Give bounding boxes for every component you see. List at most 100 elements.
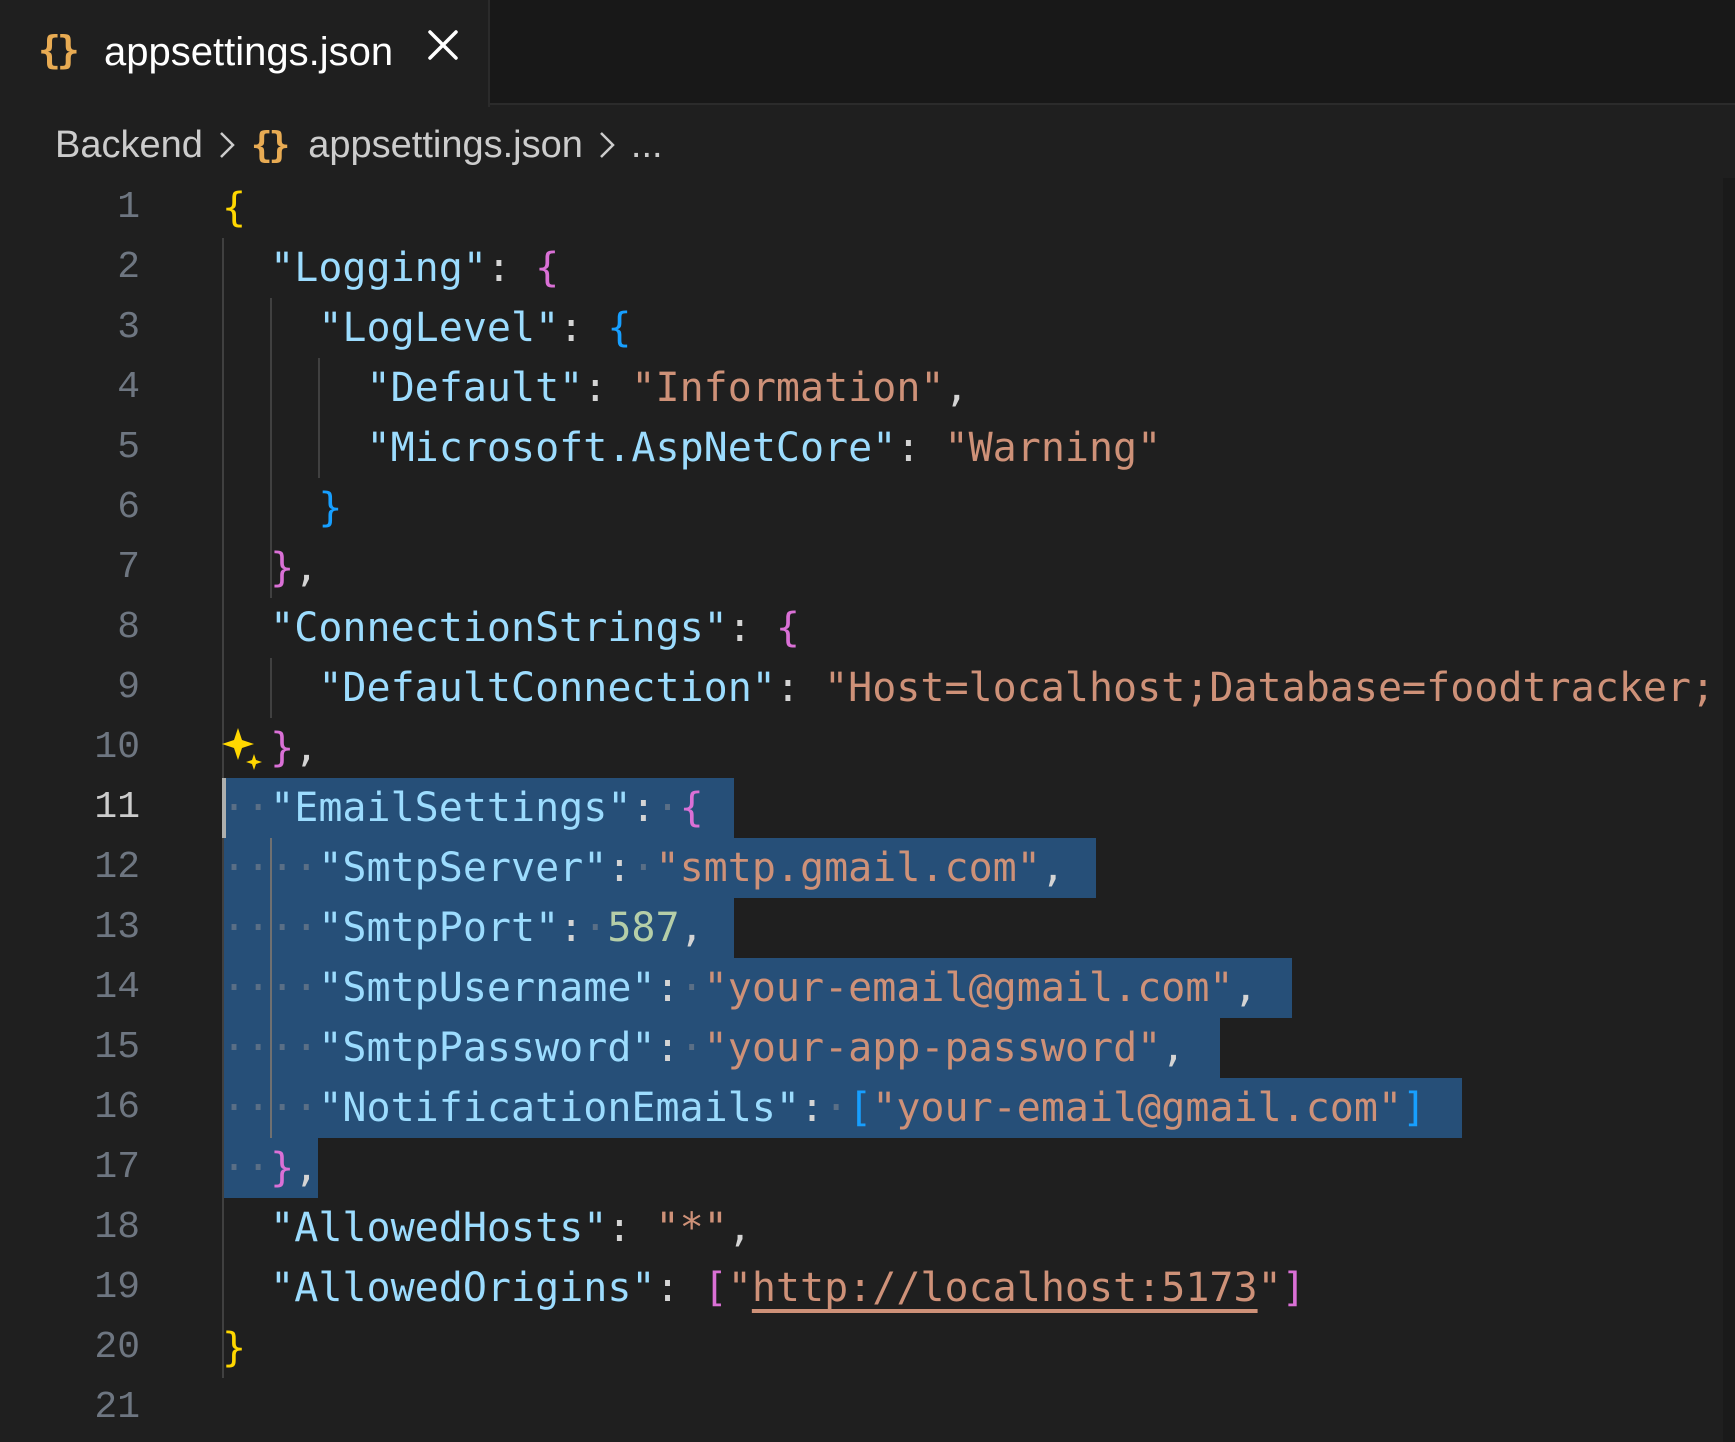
line-number: 17 — [94, 1146, 140, 1189]
code-line[interactable]: "DefaultConnection": "Host=localhost;Dat… — [222, 658, 1715, 718]
line-number: 20 — [94, 1326, 140, 1369]
code-line[interactable]: } — [222, 478, 342, 538]
code-token: { — [679, 785, 704, 831]
code-line[interactable]: } — [222, 1318, 246, 1378]
code-token: "Host=localhost;Database=foodtracker; — [824, 665, 1716, 711]
code-token: ···· — [222, 845, 319, 891]
code-token: : — [655, 965, 680, 1011]
line-number: 13 — [94, 906, 140, 949]
code-token: "*" — [655, 1205, 728, 1251]
line-number: 5 — [117, 426, 140, 469]
code-token: ···· — [222, 1085, 319, 1131]
code-token: "Microsoft.AspNetCore" — [366, 425, 897, 471]
code-line[interactable]: "LogLevel": { — [222, 298, 631, 358]
line-number: 15 — [94, 1026, 140, 1069]
code-token: , — [294, 545, 319, 591]
breadcrumb-file[interactable]: appsettings.json — [308, 124, 583, 167]
code-token: "your-email@gmail.com" — [872, 1085, 1403, 1131]
code-token: "ConnectionStrings" — [270, 605, 728, 651]
breadcrumb-more[interactable]: ... — [631, 124, 663, 167]
code-token: ·· — [222, 1145, 271, 1191]
code-line[interactable]: "Microsoft.AspNetCore": "Warning" — [222, 418, 1162, 478]
line-number: 14 — [94, 966, 140, 1009]
code-token: "EmailSettings" — [270, 785, 632, 831]
code-token: "AllowedOrigins" — [270, 1265, 656, 1311]
code-area[interactable]: { "Logging": { "LogLevel": { "Default": … — [222, 178, 1735, 1442]
code-token: "your-app-password" — [703, 1025, 1162, 1071]
line-number: 11 — [94, 786, 140, 829]
code-token: { — [607, 305, 632, 351]
code-token: · — [655, 785, 680, 831]
code-token: · — [631, 845, 656, 891]
line-number: 10 — [94, 726, 140, 769]
chevron-right-icon — [220, 132, 235, 158]
code-line[interactable]: ····"SmtpPassword":·"your-app-password", — [222, 1018, 1185, 1078]
code-token: · — [583, 905, 608, 951]
line-number: 1 — [117, 186, 140, 229]
code-token: : — [896, 425, 945, 471]
code-line[interactable]: }, — [222, 538, 318, 598]
code-token: } — [318, 485, 343, 531]
code-line[interactable]: "ConnectionStrings": { — [222, 598, 800, 658]
code-token: : — [607, 1205, 656, 1251]
code-line[interactable]: "AllowedOrigins": [ "http://localhost:517… — [222, 1258, 1306, 1318]
code-editor[interactable]: 1 2 3 4 5 6 7 8 9 10 11 12 13 14 15 16 17 18 19 20 21 { "Log… — [0, 178, 1735, 1442]
line-number: 7 — [117, 546, 140, 589]
code-token: : — [559, 305, 608, 351]
code-line[interactable]: ····"NotificationEmails":·["your-email@g… — [222, 1078, 1426, 1138]
code-line[interactable]: { — [222, 178, 246, 238]
scrollbar-track[interactable] — [1723, 178, 1735, 1442]
code-line[interactable]: "Default": "Information", — [222, 358, 969, 418]
code-token: , — [294, 725, 319, 771]
code-token: } — [270, 725, 295, 771]
line-number: 19 — [94, 1266, 140, 1309]
code-token: } — [270, 1145, 295, 1191]
code-token: : — [583, 365, 632, 411]
code-token: ···· — [222, 1025, 319, 1071]
line-number: 3 — [117, 306, 140, 349]
line-number: 8 — [117, 606, 140, 649]
breadcrumb-folder[interactable]: Backend — [55, 124, 203, 167]
code-token: : — [655, 1265, 704, 1311]
close-icon[interactable] — [418, 20, 468, 70]
code-token: "smtp.gmail.com" — [655, 845, 1041, 891]
code-token: "SmtpServer" — [318, 845, 608, 891]
code-token: "NotificationEmails" — [318, 1085, 800, 1131]
code-token: 587 — [607, 905, 680, 951]
code-line[interactable]: ··"EmailSettings":·{ — [222, 778, 704, 838]
code-line[interactable]: ····"SmtpPort":·587, — [222, 898, 704, 958]
line-number: 12 — [94, 846, 140, 889]
code-token: "SmtpPassword" — [318, 1025, 656, 1071]
line-number: 21 — [94, 1386, 140, 1429]
code-line[interactable]: }, — [222, 718, 318, 778]
code-token: http://localhost:5173 — [751, 1265, 1258, 1311]
code-token: : — [559, 905, 584, 951]
code-line[interactable]: ····"SmtpUsername":·"your-email@gmail.co… — [222, 958, 1258, 1018]
code-token: "SmtpUsername" — [318, 965, 656, 1011]
code-token: ···· — [222, 905, 319, 951]
code-token: ·· — [222, 785, 271, 831]
chevron-right-icon — [600, 132, 615, 158]
code-line[interactable]: "AllowedHosts": "*", — [222, 1198, 752, 1258]
line-number: 16 — [94, 1086, 140, 1129]
code-token: " — [1257, 1265, 1282, 1311]
json-file-icon: {} — [250, 124, 290, 166]
code-token: ] — [1402, 1085, 1427, 1131]
code-token: , — [727, 1205, 752, 1251]
code-token: : — [631, 785, 656, 831]
tab-appsettings[interactable]: {} appsettings.json — [0, 0, 490, 107]
code-token: , — [1161, 1025, 1186, 1071]
code-line[interactable]: ····"SmtpServer":·"smtp.gmail.com", — [222, 838, 1065, 898]
line-number: 2 — [117, 246, 140, 289]
code-line[interactable]: ··}, — [222, 1138, 318, 1198]
code-line[interactable]: "Logging": { — [222, 238, 559, 298]
code-token: : — [775, 665, 825, 711]
code-token: [ — [703, 1265, 728, 1311]
